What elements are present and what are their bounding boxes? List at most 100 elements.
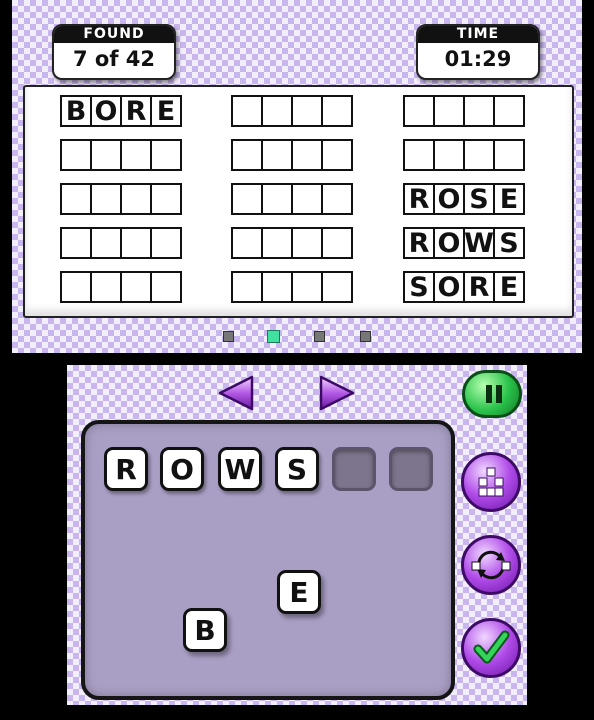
letter-cell xyxy=(231,139,263,171)
letter-cell xyxy=(120,227,152,259)
letter-cell xyxy=(150,271,182,303)
letter-cell xyxy=(261,183,293,215)
page-indicator-2[interactable] xyxy=(267,330,280,343)
letter-cell xyxy=(231,95,263,127)
letter-cell xyxy=(291,139,323,171)
empty-letter-slot xyxy=(389,447,433,491)
word-slot xyxy=(231,139,353,171)
letter-cell: B xyxy=(60,95,92,127)
letter-cell xyxy=(120,183,152,215)
letter-cell xyxy=(60,183,92,215)
letter-cell: S xyxy=(463,183,495,215)
letter-cell: R xyxy=(463,271,495,303)
pause-button[interactable] xyxy=(462,370,522,418)
left-arrow-icon[interactable] xyxy=(216,373,256,413)
letter-cell xyxy=(403,95,435,127)
letter-cell xyxy=(261,95,293,127)
letter-cell xyxy=(321,271,353,303)
word-board: B O R E R O S E R O W S S O R E xyxy=(23,85,574,318)
letter-cell: O xyxy=(90,95,122,127)
word-slot xyxy=(60,183,182,215)
letter-cell xyxy=(261,227,293,259)
timer: TIME 01:29 xyxy=(416,24,540,80)
word-slot xyxy=(231,227,353,259)
word-slot: B O R E xyxy=(60,95,182,127)
page-indicator-1[interactable] xyxy=(223,331,234,342)
word-letter-slot[interactable]: O xyxy=(160,447,204,491)
letter-cell: E xyxy=(150,95,182,127)
letter-cell xyxy=(321,139,353,171)
page-indicator-3[interactable] xyxy=(314,331,325,342)
word-slot xyxy=(60,139,182,171)
empty-letter-slot xyxy=(332,447,376,491)
letter-cell xyxy=(261,139,293,171)
letter-cell xyxy=(120,271,152,303)
letter-cell: O xyxy=(433,227,465,259)
word-slot xyxy=(231,183,353,215)
letter-cell xyxy=(150,139,182,171)
letter-tile[interactable]: B xyxy=(183,608,227,652)
submit-word-button[interactable] xyxy=(461,618,521,678)
rotate-icon xyxy=(471,550,511,580)
word-slot: R O S E xyxy=(403,183,525,215)
letter-cell xyxy=(493,95,525,127)
letter-cell: R xyxy=(403,227,435,259)
letter-cell xyxy=(231,183,263,215)
letter-cell: O xyxy=(433,271,465,303)
word-slot xyxy=(60,227,182,259)
letter-cell xyxy=(90,183,122,215)
letter-cell xyxy=(60,139,92,171)
word-slot xyxy=(231,95,353,127)
letter-cell xyxy=(463,95,495,127)
letter-cell xyxy=(321,227,353,259)
letter-cell xyxy=(261,271,293,303)
letter-cell xyxy=(321,95,353,127)
letter-cell xyxy=(321,183,353,215)
word-letter-slot[interactable]: R xyxy=(104,447,148,491)
scatter-tiles-button[interactable] xyxy=(461,452,521,512)
letter-cell xyxy=(433,139,465,171)
letter-cell: O xyxy=(433,183,465,215)
letter-cell xyxy=(291,95,323,127)
found-counter: FOUND 7 of 42 xyxy=(52,24,176,80)
letter-cell: E xyxy=(493,183,525,215)
swap-tiles-button[interactable] xyxy=(461,535,521,595)
found-value: 7 of 42 xyxy=(72,47,156,71)
word-slot xyxy=(60,271,182,303)
letter-cell xyxy=(231,227,263,259)
word-slot xyxy=(403,139,525,171)
word-slot xyxy=(231,271,353,303)
scatter-icon xyxy=(478,467,504,497)
letter-cell xyxy=(90,139,122,171)
letter-cell xyxy=(463,139,495,171)
letter-cell xyxy=(60,271,92,303)
word-slot xyxy=(403,95,525,127)
letter-cell xyxy=(150,183,182,215)
letter-cell xyxy=(403,139,435,171)
letter-cell: E xyxy=(493,271,525,303)
letter-cell xyxy=(90,271,122,303)
right-arrow-icon[interactable] xyxy=(317,373,357,413)
letter-cell: W xyxy=(463,227,495,259)
letter-cell xyxy=(493,139,525,171)
letter-cell xyxy=(433,95,465,127)
page-indicator-4[interactable] xyxy=(360,331,371,342)
word-slot: R O W S xyxy=(403,227,525,259)
letter-cell: S xyxy=(403,271,435,303)
letter-cell xyxy=(90,227,122,259)
word-letter-slot[interactable]: W xyxy=(218,447,262,491)
letter-cell xyxy=(291,183,323,215)
letter-tile[interactable]: E xyxy=(277,570,321,614)
checkmark-icon xyxy=(473,630,510,664)
letter-cell xyxy=(291,227,323,259)
word-letter-slot[interactable]: S xyxy=(275,447,319,491)
letter-cell: S xyxy=(493,227,525,259)
letter-cell: R xyxy=(403,183,435,215)
letter-cell xyxy=(291,271,323,303)
letter-cell: R xyxy=(120,95,152,127)
letter-cell xyxy=(120,139,152,171)
time-label: TIME xyxy=(418,26,538,43)
letter-cell xyxy=(231,271,263,303)
found-label: FOUND xyxy=(54,26,174,43)
word-slot: S O R E xyxy=(403,271,525,303)
